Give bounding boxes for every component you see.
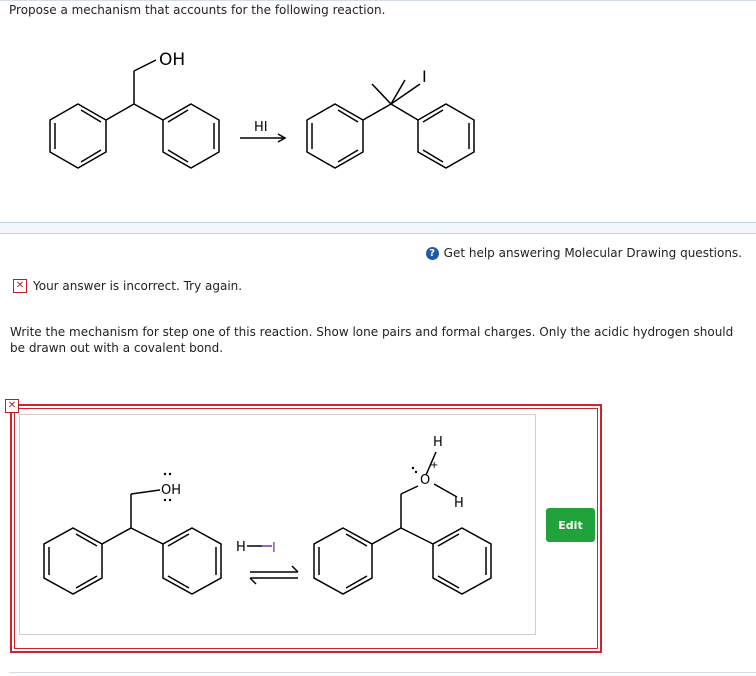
product-iodine-label: I <box>422 67 427 86</box>
question-prompt: Propose a mechanism that accounts for th… <box>9 3 386 17</box>
product-left-phenyl-ring <box>306 103 364 169</box>
hydrogen-label: H <box>236 540 246 555</box>
section-divider <box>0 222 756 234</box>
question-instructions: Write the mechanism for step one of this… <box>10 325 734 355</box>
reactant-right-phenyl-ring <box>162 103 220 169</box>
oxonium-right-hydrogen-label: H <box>454 496 464 511</box>
product-right-phenyl-ring <box>417 103 475 169</box>
answer-left-oh-label: OH <box>161 483 181 498</box>
incorrect-marker-icon: ✕ <box>5 399 19 413</box>
x-mark-icon: ✕ <box>13 279 27 293</box>
answer-right-phenyl-ring-b <box>432 527 492 595</box>
question-circle-icon: ? <box>425 246 439 260</box>
answer-left-phenyl-ring-a <box>43 527 103 595</box>
reaction-scheme: OH HI I <box>49 50 475 169</box>
top-rule <box>0 0 756 1</box>
answer-left-phenyl-ring-b <box>162 527 222 595</box>
reagent-label: HI <box>254 120 268 135</box>
bottom-rule <box>9 672 756 673</box>
mechanism-drawing: OH H I O H H + <box>43 435 492 595</box>
reactant-left-phenyl-ring <box>49 103 107 169</box>
formal-charge-label: + <box>430 460 438 471</box>
answer-right-phenyl-ring-a <box>313 527 373 595</box>
oxonium-top-hydrogen-label: H <box>433 435 443 450</box>
feedback-message: ✕ Your answer is incorrect. Try again. <box>13 279 242 293</box>
reactant-oh-label: OH <box>159 50 185 70</box>
iodine-label: I <box>272 541 276 556</box>
feedback-text: Your answer is incorrect. Try again. <box>33 279 243 293</box>
help-link-label: Get help answering Molecular Drawing que… <box>443 246 742 260</box>
edit-button[interactable]: Edit <box>546 508 595 542</box>
oxonium-oxygen-label: O <box>420 473 430 488</box>
help-link[interactable]: ? Get help answering Molecular Drawing q… <box>425 246 742 260</box>
drawing-canvas[interactable]: OH H I O H H + <box>19 414 536 635</box>
